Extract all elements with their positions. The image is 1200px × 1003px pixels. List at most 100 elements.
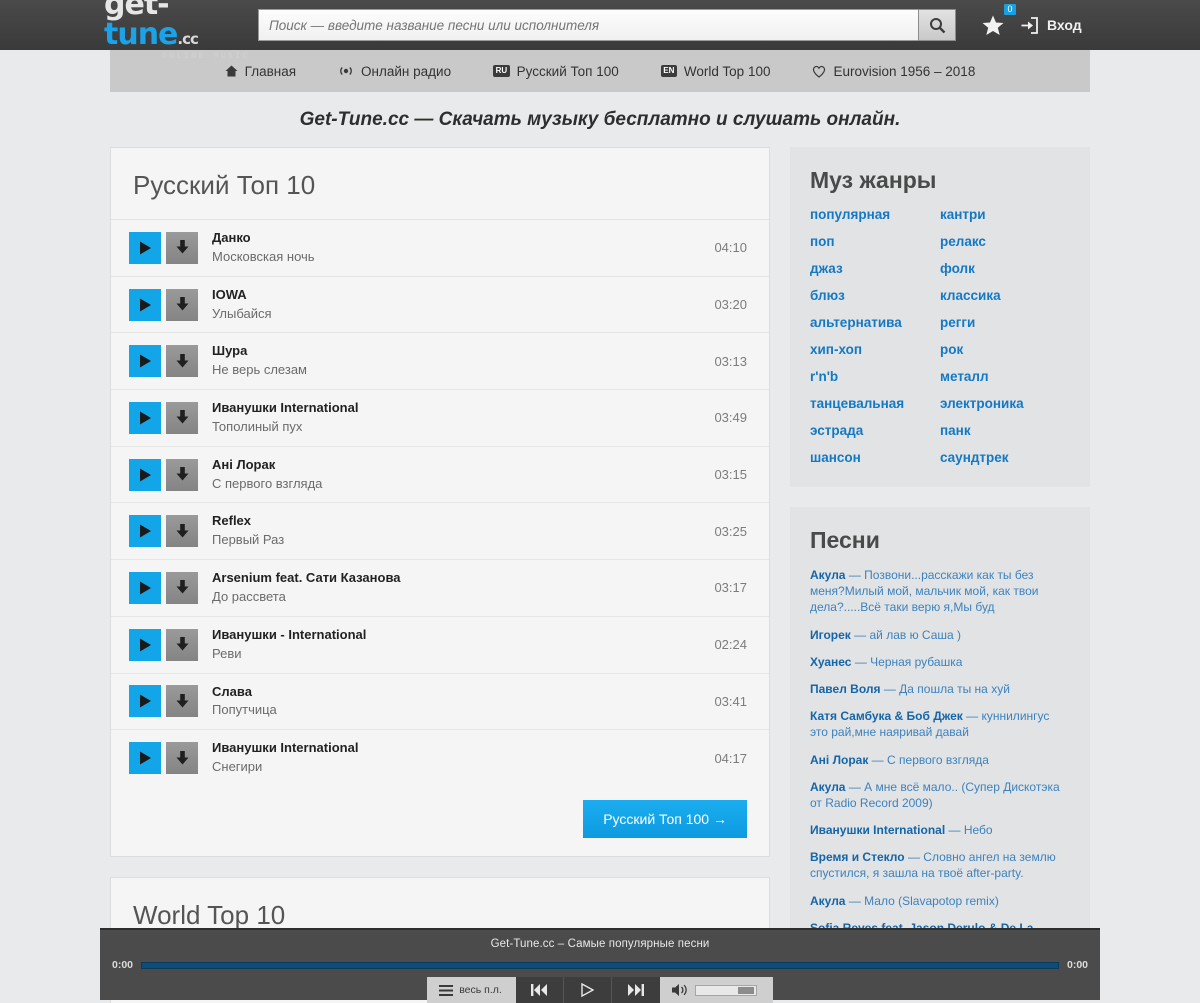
genre-link[interactable]: поп <box>810 234 940 249</box>
song-link[interactable]: Акула — А мне всё мало.. (Супер Дискотэк… <box>810 779 1070 811</box>
track-song: Тополиный пух <box>212 418 303 434</box>
download-arrow-icon <box>176 750 188 765</box>
genre-link[interactable]: блюз <box>810 288 940 303</box>
song-artist: Хуанес <box>810 654 852 669</box>
download-arrow-icon <box>176 467 188 481</box>
track-play-button[interactable] <box>129 288 161 321</box>
playlist-button[interactable]: весь п.л. <box>427 977 516 1003</box>
track-download-button[interactable] <box>166 401 198 434</box>
track-song: Попутчица <box>212 702 277 718</box>
track-song: Московская ночь <box>212 248 315 264</box>
track-download-button[interactable] <box>166 742 198 775</box>
genre-link[interactable]: релакс <box>940 234 1070 249</box>
track-download-button[interactable] <box>166 345 198 378</box>
playlist-icon <box>439 984 454 996</box>
russian-top-10-panel: Русский Топ 10 Данко Московская ночь 04:10… <box>110 147 770 857</box>
genre-link[interactable]: танцевальная <box>810 396 940 411</box>
track-duration: 04:10 <box>714 240 747 256</box>
genre-link[interactable]: панк <box>940 423 1070 438</box>
track-download-button[interactable] <box>166 288 198 321</box>
song-title: Черная рубашка <box>870 654 963 669</box>
track-download-button[interactable] <box>166 685 198 718</box>
track-song: С первого взгляда <box>212 475 323 491</box>
login-button[interactable]: Вход <box>1020 16 1082 35</box>
next-icon <box>628 984 645 996</box>
play-triangle-icon <box>139 468 151 482</box>
track-play-button[interactable] <box>129 345 161 378</box>
track-download-button[interactable] <box>166 515 198 548</box>
song-link[interactable]: Иванушки International — Небо <box>810 822 1070 838</box>
genre-list: популярная кантри поп релакс джаз фолк блюз кла… <box>810 207 1070 465</box>
genre-link[interactable]: r'n'b <box>810 369 940 384</box>
play-button[interactable] <box>564 977 612 1003</box>
previous-button[interactable] <box>516 977 564 1003</box>
song-link[interactable]: Время и Стекло — Словно ангел на землю с… <box>810 849 1070 881</box>
site-logo[interactable]: get-tune.cc ONLINE MUSIC <box>0 0 258 60</box>
download-arrow-icon <box>176 693 188 708</box>
next-button[interactable] <box>612 977 660 1003</box>
volume-handle[interactable] <box>737 986 754 994</box>
song-link[interactable]: Акула — Позвони...расскажи как ты без ме… <box>810 567 1070 616</box>
track-download-button[interactable] <box>166 458 198 491</box>
song-link[interactable]: Павел Воля — Да пошла ты на хуй <box>810 681 1070 697</box>
player-controls: весь п.л. <box>427 977 773 1003</box>
nav-item-world-top-100[interactable]: EN World Top 100 <box>660 64 770 79</box>
genre-link[interactable]: электроника <box>940 396 1070 411</box>
genre-link[interactable]: классика <box>940 288 1070 303</box>
nav-item-radio[interactable]: Онлайн радио <box>338 64 451 79</box>
volume-slider[interactable] <box>694 984 757 996</box>
genre-link[interactable]: шансон <box>810 450 940 465</box>
nav-item-russian-top-100[interactable]: RU Русский Топ 100 <box>493 64 619 79</box>
track-play-button[interactable] <box>129 515 161 548</box>
genre-link[interactable]: фолк <box>940 261 1070 276</box>
genre-link[interactable]: саундтрек <box>940 450 1070 465</box>
genre-link[interactable]: эстрада <box>810 423 940 438</box>
volume-control[interactable] <box>660 977 773 1003</box>
genre-link[interactable]: рок <box>940 342 1070 357</box>
track-play-button[interactable] <box>129 685 161 718</box>
track-play-button[interactable] <box>129 571 161 604</box>
track-download-button[interactable] <box>166 571 198 604</box>
search-button[interactable] <box>918 9 956 41</box>
russian-top-100-button[interactable]: Русский Топ 100 → <box>583 799 747 838</box>
track-play-button[interactable] <box>129 628 161 661</box>
heart-icon <box>813 65 826 78</box>
track-artist: IOWA <box>212 286 247 302</box>
track-download-button[interactable] <box>166 628 198 661</box>
track-download-button[interactable] <box>166 231 198 264</box>
track-play-button[interactable] <box>129 458 161 491</box>
song-separator: — <box>845 568 865 582</box>
song-link[interactable]: Катя Самбука & Боб Джек — куннилингус эт… <box>810 708 1070 740</box>
nav-item-home[interactable]: Главная <box>225 64 296 79</box>
genre-link[interactable]: металл <box>940 369 1070 384</box>
genre-link[interactable]: популярная <box>810 207 940 222</box>
songs-title: Песни <box>810 527 880 553</box>
genre-link[interactable]: альтернатива <box>810 315 940 330</box>
track-song: Первый Раз <box>212 532 285 548</box>
track-duration: 03:17 <box>714 580 747 596</box>
genre-link[interactable]: регги <box>940 315 1070 330</box>
volume-icon <box>671 984 687 996</box>
track-play-button[interactable] <box>129 742 161 775</box>
progress-bar[interactable] <box>141 961 1059 969</box>
genre-link[interactable]: джаз <box>810 261 940 276</box>
track-play-button[interactable] <box>129 401 161 434</box>
track-row: Данко Московская ночь 04:10 <box>111 220 769 277</box>
genres-title: Муз жанры <box>810 167 937 193</box>
search-box[interactable] <box>258 9 918 41</box>
song-link[interactable]: Ані Лорак — С первого взгляда <box>810 752 1070 768</box>
track-play-button[interactable] <box>129 231 161 264</box>
genre-link[interactable]: кантри <box>940 207 1070 222</box>
search-input[interactable] <box>269 17 908 33</box>
track-row: Иванушки International Тополиный пух 03:49 <box>111 390 769 447</box>
song-link[interactable]: Акула — Мало (Slavapotop remix) <box>810 893 1070 909</box>
song-link[interactable]: Хуанес — Черная рубашка <box>810 654 1070 670</box>
track-song: Не верь слезам <box>212 362 307 378</box>
song-link[interactable]: Игорек — ай лав ю Саша ) <box>810 627 1070 643</box>
genre-link[interactable]: хип-хоп <box>810 342 940 357</box>
track-duration: 03:20 <box>714 297 747 313</box>
nav-item-eurovision[interactable]: Eurovision 1956 – 2018 <box>812 64 975 79</box>
favorites-button[interactable]: 0 <box>982 3 1016 36</box>
songs-panel: Песни Акула — Позвони...расскажи как ты … <box>790 507 1090 958</box>
song-artist: Павел Воля <box>810 681 881 696</box>
